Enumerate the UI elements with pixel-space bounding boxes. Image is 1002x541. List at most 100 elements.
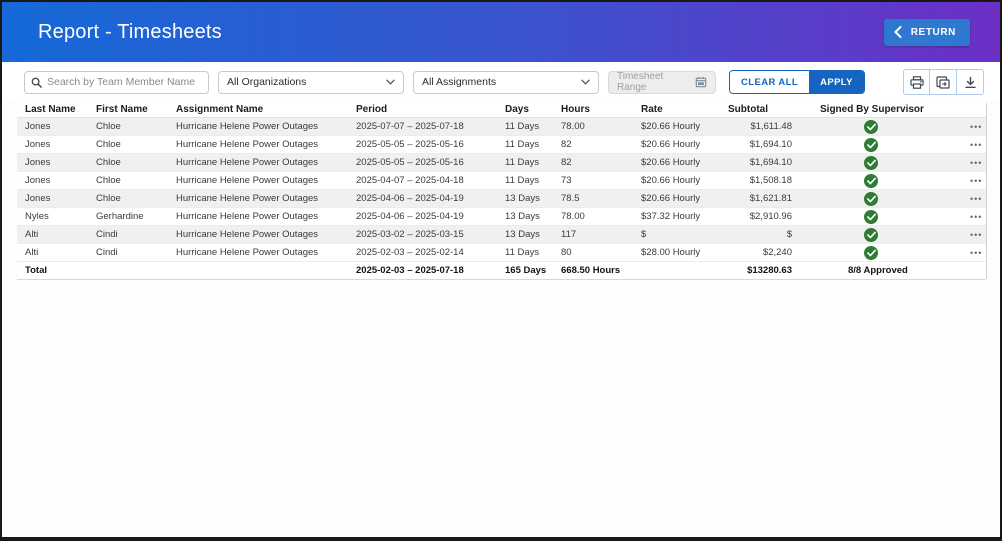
cell-days: 11 Days <box>501 139 557 150</box>
download-button[interactable] <box>957 69 984 95</box>
cell-first-name: Chloe <box>92 157 172 168</box>
cell-last-name: Jones <box>17 121 92 132</box>
table-row: AltiCindiHurricane Helene Power Outages2… <box>17 244 986 262</box>
col-header-last-name: Last Name <box>17 104 92 115</box>
col-header-days: Days <box>501 104 557 115</box>
search-input[interactable] <box>47 76 202 88</box>
cell-hours: 80 <box>557 247 637 258</box>
cell-rate: $20.66 Hourly <box>637 175 724 186</box>
cell-subtotal: $1,611.48 <box>724 121 816 132</box>
cell-first-name: Cindi <box>92 247 172 258</box>
cell-rate: $28.00 Hourly <box>637 247 724 258</box>
row-actions-button[interactable]: ••• <box>966 140 986 150</box>
row-actions-button[interactable]: ••• <box>966 122 986 132</box>
cell-signed-by-supervisor <box>816 120 966 134</box>
cell-rate: $37.32 Hourly <box>637 211 724 222</box>
page-title: Report - Timesheets <box>38 21 222 44</box>
download-icon <box>964 76 977 89</box>
cell-last-name: Jones <box>17 157 92 168</box>
print-button[interactable] <box>903 69 930 95</box>
row-actions-button[interactable]: ••• <box>966 248 986 258</box>
chevron-down-icon <box>386 79 395 85</box>
cell-first-name: Chloe <box>92 193 172 204</box>
return-button-label: RETURN <box>911 27 956 38</box>
cell-assignment-name: Hurricane Helene Power Outages <box>172 139 352 150</box>
cell-assignment-name: Hurricane Helene Power Outages <box>172 121 352 132</box>
row-actions-button[interactable]: ••• <box>966 194 986 204</box>
cell-days: 11 Days <box>501 121 557 132</box>
cell-subtotal: $ <box>724 229 816 240</box>
col-header-first-name: First Name <box>92 104 172 115</box>
cell-hours: 82 <box>557 139 637 150</box>
cell-first-name: Gerhardine <box>92 211 172 222</box>
total-hours: 668.50 Hours <box>557 265 637 276</box>
cell-days: 13 Days <box>501 193 557 204</box>
table-row: JonesChloeHurricane Helene Power Outages… <box>17 154 986 172</box>
approved-check-icon <box>864 246 878 260</box>
table-row: NylesGerhardineHurricane Helene Power Ou… <box>17 208 986 226</box>
total-subtotal: $13280.63 <box>724 265 816 276</box>
cell-days: 13 Days <box>501 229 557 240</box>
cell-signed-by-supervisor <box>816 138 966 152</box>
total-period: 2025-02-03 – 2025-07-18 <box>352 265 501 276</box>
organizations-select-value: All Organizations <box>227 76 306 88</box>
cell-assignment-name: Hurricane Helene Power Outages <box>172 175 352 186</box>
search-input-wrapper <box>24 71 209 94</box>
cell-signed-by-supervisor <box>816 210 966 224</box>
col-header-rate: Rate <box>637 104 724 115</box>
cell-period: 2025-03-02 – 2025-03-15 <box>352 229 501 240</box>
cell-period: 2025-04-07 – 2025-04-18 <box>352 175 501 186</box>
cell-first-name: Cindi <box>92 229 172 240</box>
timesheet-range-placeholder: Timesheet Range <box>617 71 695 93</box>
cell-period: 2025-07-07 – 2025-07-18 <box>352 121 501 132</box>
row-actions-button[interactable]: ••• <box>966 230 986 240</box>
cell-first-name: Chloe <box>92 139 172 150</box>
cell-days: 11 Days <box>501 175 557 186</box>
cell-assignment-name: Hurricane Helene Power Outages <box>172 229 352 240</box>
cell-signed-by-supervisor <box>816 228 966 242</box>
app-header: Report - Timesheets RETURN <box>2 2 1000 62</box>
approved-check-icon <box>864 192 878 206</box>
col-header-assignment-name: Assignment Name <box>172 104 352 115</box>
cell-last-name: Jones <box>17 175 92 186</box>
cell-days: 13 Days <box>501 211 557 222</box>
row-actions-button[interactable]: ••• <box>966 176 986 186</box>
apply-button[interactable]: APPLY <box>809 71 864 93</box>
cell-subtotal: $2,240 <box>724 247 816 258</box>
total-label: Total <box>17 265 92 276</box>
table-body: JonesChloeHurricane Helene Power Outages… <box>17 118 986 262</box>
timesheet-range-input[interactable]: Timesheet Range <box>608 71 716 94</box>
cell-first-name: Chloe <box>92 121 172 132</box>
table-scrollbar-track[interactable] <box>986 103 987 279</box>
export-report-icon <box>936 76 950 89</box>
calendar-icon <box>695 76 707 88</box>
filter-actions-group: CLEAR ALL APPLY <box>729 70 865 94</box>
cell-signed-by-supervisor <box>816 192 966 206</box>
return-button[interactable]: RETURN <box>884 19 970 46</box>
assignments-select[interactable]: All Assignments <box>413 71 599 94</box>
organizations-select[interactable]: All Organizations <box>218 71 404 94</box>
filter-bar: All Organizations All Assignments Timesh… <box>2 62 1000 101</box>
approved-check-icon <box>864 210 878 224</box>
cell-rate: $20.66 Hourly <box>637 121 724 132</box>
cell-assignment-name: Hurricane Helene Power Outages <box>172 193 352 204</box>
row-actions-button[interactable]: ••• <box>966 212 986 222</box>
cell-days: 11 Days <box>501 157 557 168</box>
cell-hours: 78.00 <box>557 211 637 222</box>
export-report-button[interactable] <box>930 69 957 95</box>
cell-rate: $20.66 Hourly <box>637 139 724 150</box>
cell-signed-by-supervisor <box>816 156 966 170</box>
cell-rate: $ <box>637 229 724 240</box>
table-row: JonesChloeHurricane Helene Power Outages… <box>17 118 986 136</box>
cell-period: 2025-05-05 – 2025-05-16 <box>352 157 501 168</box>
approved-check-icon <box>864 228 878 242</box>
cell-hours: 82 <box>557 157 637 168</box>
report-toolbar <box>903 69 984 95</box>
clear-all-button[interactable]: CLEAR ALL <box>730 71 809 93</box>
assignments-select-value: All Assignments <box>422 76 496 88</box>
cell-subtotal: $1,694.10 <box>724 139 816 150</box>
row-actions-button[interactable]: ••• <box>966 158 986 168</box>
cell-hours: 73 <box>557 175 637 186</box>
table-row: AltiCindiHurricane Helene Power Outages2… <box>17 226 986 244</box>
cell-assignment-name: Hurricane Helene Power Outages <box>172 157 352 168</box>
